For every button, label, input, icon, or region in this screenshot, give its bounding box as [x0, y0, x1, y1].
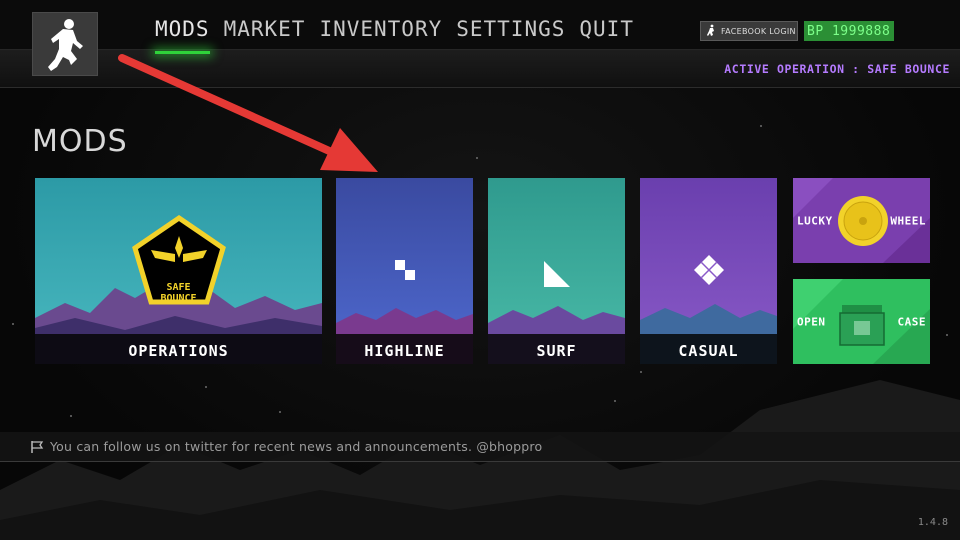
surf-ramp-icon — [543, 261, 570, 287]
facebook-login-button[interactable]: FACEBOOK LOGIN — [700, 21, 798, 41]
bp-balance-badge: BP 1999888 — [804, 21, 894, 41]
page-title: MODS — [32, 124, 128, 159]
nav-settings[interactable]: SETTINGS — [456, 16, 565, 42]
nav-market[interactable]: MARKET — [224, 16, 306, 42]
flag-icon — [31, 440, 44, 453]
casual-label: CASUAL — [678, 342, 739, 360]
badge-line-2: BOUNCE — [160, 293, 197, 304]
weapon-case-icon — [839, 305, 885, 346]
operations-label: OPERATIONS — [128, 342, 229, 360]
safe-bounce-badge-text: SAFE BOUNCE — [35, 282, 322, 304]
nav-mods[interactable]: MODS — [155, 16, 210, 54]
news-ticker: You can follow us on twitter for recent … — [0, 432, 960, 462]
main-nav: MODS MARKET INVENTORY SETTINGS QUIT — [155, 16, 634, 54]
casual-diamond-icon — [693, 255, 724, 285]
wheel-label: WHEEL — [890, 214, 926, 227]
jumper-small-icon — [707, 24, 714, 36]
nav-quit[interactable]: QUIT — [579, 16, 634, 42]
highline-card[interactable]: HIGHLINE — [336, 178, 473, 364]
operations-card[interactable]: SAFE BOUNCE OPERATIONS — [35, 178, 322, 364]
case-label: CASE — [897, 315, 926, 328]
surf-card[interactable]: SURF — [488, 178, 625, 364]
casual-card[interactable]: CASUAL — [640, 178, 777, 364]
lucky-wheel-card[interactable]: LUCKY WHEEL — [793, 178, 930, 263]
open-label: OPEN — [797, 315, 826, 328]
highline-icon — [394, 260, 415, 280]
surf-label: SURF — [536, 342, 577, 360]
facebook-login-label: FACEBOOK LOGIN — [721, 26, 796, 36]
highline-label: HIGHLINE — [364, 342, 445, 360]
badge-line-1: SAFE — [166, 282, 191, 293]
wheel-icon — [838, 196, 888, 246]
version-label: 1.4.8 — [917, 517, 948, 528]
lucky-label: LUCKY — [797, 214, 833, 227]
open-case-card[interactable]: OPEN CASE — [793, 279, 930, 364]
news-text: You can follow us on twitter for recent … — [50, 439, 543, 454]
nav-inventory[interactable]: INVENTORY — [319, 16, 442, 42]
jumper-icon — [48, 19, 83, 71]
player-avatar[interactable] — [32, 12, 98, 76]
active-operation-label: ACTIVE OPERATION : SAFE BOUNCE — [724, 62, 950, 76]
